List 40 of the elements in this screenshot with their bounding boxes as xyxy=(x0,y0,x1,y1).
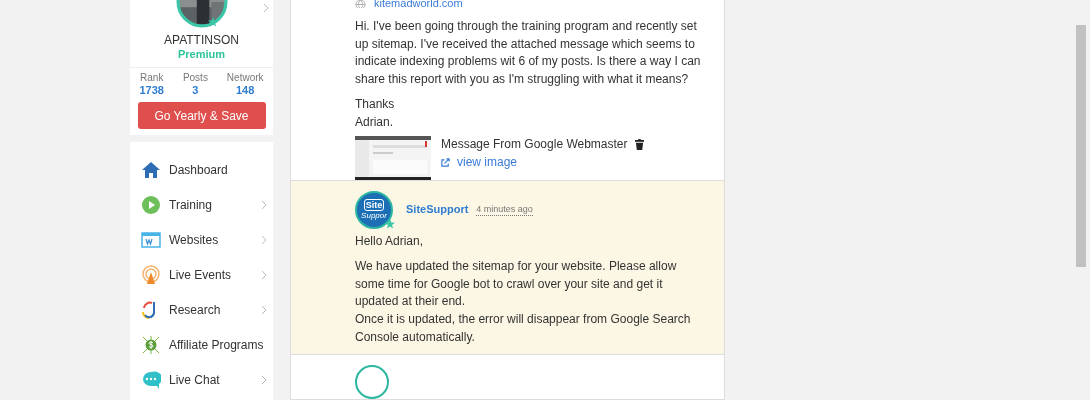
message-text: Hello Adrian, xyxy=(355,232,425,250)
support-avatar: Site Suppor xyxy=(355,190,393,229)
external-link-icon xyxy=(441,158,450,168)
avatar-ring xyxy=(355,365,389,400)
star-icon xyxy=(208,17,218,27)
stat-value: 3 xyxy=(192,84,199,96)
broadcast-icon xyxy=(141,264,161,285)
author-link[interactable]: SiteSupport xyxy=(406,200,469,219)
nav-item[interactable]: Websites xyxy=(141,222,267,257)
message-text: Thanks Adrian. xyxy=(355,96,396,131)
stat-label: Posts xyxy=(182,72,208,83)
globe-icon xyxy=(355,0,366,8)
coin-network-icon xyxy=(141,334,161,355)
chevron-right-icon[interactable] xyxy=(263,3,269,13)
star-icon xyxy=(385,218,395,229)
stat-label: Network xyxy=(226,72,264,83)
attachment-title: Message From Google Webmaster xyxy=(441,135,628,153)
chat-icon xyxy=(141,369,161,390)
scrollbar-thumb[interactable] xyxy=(1076,25,1086,267)
nav-item[interactable]: Dashboard xyxy=(141,152,267,187)
stat-value: 148 xyxy=(236,84,255,96)
stat-value: 1738 xyxy=(139,84,164,96)
play-icon xyxy=(141,194,161,215)
website-link[interactable]: kitemadworld.com xyxy=(374,0,463,8)
nav-item[interactable]: Training xyxy=(141,187,267,222)
message-text: We have updated the sitemap for your website. Please allow some time for Google bot to crawl over your site and get it updated at their end. Once it is updated, the error will disappear from Google Search Console automatically. xyxy=(355,258,692,346)
username: APATTINSON xyxy=(164,33,239,47)
browser-window-icon xyxy=(141,229,161,250)
timestamp: 4 minutes ago xyxy=(476,203,533,216)
nav-item[interactable]: Live Chat xyxy=(141,362,267,397)
home-icon xyxy=(141,159,161,180)
nav-item[interactable]: Research xyxy=(141,292,267,327)
message-text: Hi. I've been going through the training program and recently set up sitemap. I've received the attached message which seems to indicate indexing problems wit 6 of my posts. Is there a way I can share this report with you as I'm struggling with what it means? xyxy=(355,18,702,88)
membership-label: Premium xyxy=(177,48,226,60)
nav-item[interactable]: Live Events xyxy=(141,257,267,292)
nav-item[interactable]: Affiliate Programs xyxy=(141,327,267,362)
view-image-link[interactable]: view image xyxy=(441,154,644,172)
upgrade-button[interactable]: Go Yearly & Save xyxy=(137,102,266,129)
stat-label: Rank xyxy=(140,72,164,83)
trash-icon[interactable] xyxy=(634,138,644,150)
